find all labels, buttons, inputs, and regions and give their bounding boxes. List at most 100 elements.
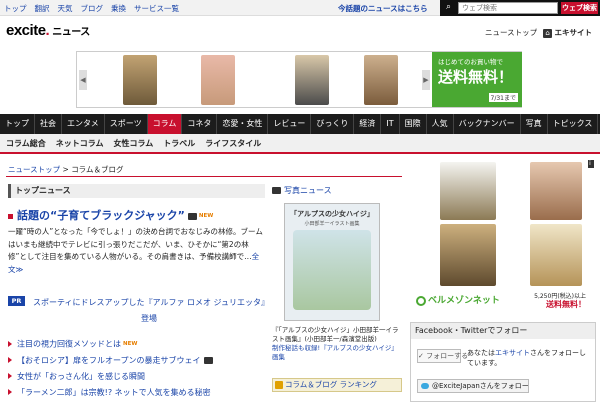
list-item[interactable]: 注目の視力回復メソッドとは NEW (8, 336, 266, 353)
news-top-link[interactable]: ニューストップ (485, 27, 537, 38)
breadcrumb-home[interactable]: ニューストップ (8, 165, 60, 174)
search-box: ⌕ ウェブ検索 (440, 0, 600, 16)
photo-news-image[interactable]: 「アルプスの少女ハイジ」 小田部羊一イラスト画集 (284, 203, 380, 321)
excite-home-link[interactable]: ⌂ エキサイト (543, 27, 592, 38)
photo-news-heading[interactable]: 写真ニュース (272, 184, 402, 198)
list-item-text: 女性が「おっさん化」を感じる瞬間 (17, 371, 145, 381)
photo-news-label: 写真ニュース (284, 186, 332, 195)
book-title: 「アルプスの少女ハイジ」 (290, 210, 374, 218)
nav-society[interactable]: 社会 (35, 114, 62, 134)
book-illustration (293, 230, 371, 310)
follow-text-prefix: あなたは (467, 349, 495, 357)
nav-sports[interactable]: スポーツ (105, 114, 148, 134)
follow-status-text: あなたはエキサイトさんをフォローしています。 (467, 348, 591, 368)
bullet-icon (8, 213, 13, 219)
nav-top[interactable]: トップ (0, 114, 35, 134)
banner-free-shipping[interactable]: はじめてのお買い物で 送料無料！ 7/31まで (432, 52, 522, 107)
list-item-text: 【おそロシア】扉をフルオープンの暴走サブウェイ (17, 355, 201, 365)
top-link-blog[interactable]: ブログ (81, 3, 104, 14)
nav-photo[interactable]: 写真 (521, 114, 548, 134)
top-link-weather[interactable]: 天気 (58, 3, 73, 14)
side-ad[interactable]: ベルメゾンネット 5,250円(税込)以上 送料無料！ (410, 160, 588, 313)
top-banner-ad[interactable]: ◀ ▶ はじめてのお買い物で 送料無料！ 7/31まで (76, 51, 522, 108)
social-follow-box: Facebook・Twitterでフォロー ✓ フォローする あなたはエキサイト… (410, 322, 596, 402)
nav-koneta[interactable]: コネタ (182, 114, 218, 134)
ad-free-shipping: 送料無料！ (546, 300, 586, 309)
top-link-translate[interactable]: 翻訳 (35, 3, 50, 14)
banner-line2: 送料無料！ (438, 68, 514, 86)
list-item[interactable]: 「ラーメン二郎」は宗教!? ネットで人気を集める秘密 (8, 385, 266, 401)
nav-it[interactable]: IT (381, 114, 400, 134)
ad-product-photo[interactable] (530, 224, 582, 286)
nav-topics[interactable]: トピックス (548, 114, 599, 134)
top-news-heading: トップニュース (8, 184, 265, 198)
news-list: 注目の視力回復メソッドとは NEW 【おそロシア】扉をフルオープンの暴走サブウェイ… (8, 336, 266, 401)
nav-column[interactable]: コラム (147, 114, 183, 134)
photo-caption: 『「アルプスの少女ハイジ」小田部羊一イラスト画集』(小田部羊一/森濱堂出版) 制… (272, 326, 402, 362)
top-news-lead: 一躍“時の人”となった「今でしょ！」の決め台詞でおなじみの林修。ブームはいまも継… (8, 226, 266, 276)
subnav-travel[interactable]: トラベル (163, 134, 195, 152)
nav-review[interactable]: レビュー (268, 114, 312, 134)
top-bar: トップ 翻訳 天気 ブログ 乗換 サービス一覧 今話題のニュースはこちら ⌕ ウ… (0, 0, 600, 16)
pr-badge: PR (8, 296, 25, 306)
banner-product-photo[interactable] (201, 55, 235, 105)
search-icon: ⌕ (446, 2, 452, 12)
twitter-follow-button[interactable]: @ExciteJapanさんをフォロー (417, 379, 529, 393)
banner-line1: はじめてのお買い物で (438, 58, 503, 66)
ad-product-photo[interactable] (440, 162, 496, 220)
nav-love-women[interactable]: 恋愛・女性 (217, 114, 269, 134)
follow-button[interactable]: ✓ フォローする (417, 349, 468, 363)
subnav-lifestyle[interactable]: ライフスタイル (205, 134, 261, 152)
logo-brand: excite (6, 22, 46, 39)
nav-entertainment[interactable]: エンタメ (62, 114, 105, 134)
pr-block: PR スポーティにドレスアップした『アルファ ロメオ ジュリエッタ』登場 (8, 293, 266, 325)
column-ranking-label: コラム＆ブログ ランキング (285, 380, 377, 389)
ad-product-photo[interactable] (440, 224, 496, 286)
subnav-column-all[interactable]: コラム総合 (6, 134, 46, 152)
top-news-headline[interactable]: 話題の“子育てブラックジャック” NEW (8, 207, 213, 223)
follow-excite-link[interactable]: エキサイト (495, 349, 530, 357)
column-ranking-heading[interactable]: コラム＆ブログ ランキング (272, 378, 402, 392)
search-button[interactable]: ウェブ検索 (561, 2, 598, 14)
headline-text: 話題の“子育てブラックジャック” (17, 209, 185, 222)
banner-next-arrow[interactable]: ▶ (422, 70, 430, 90)
nav-economy[interactable]: 経済 (354, 114, 382, 134)
camera-icon (187, 212, 197, 220)
ad-brand-label: ベルメゾンネット (428, 296, 500, 306)
nav-backnumber[interactable]: バックナンバー (454, 114, 521, 134)
top-link-transit[interactable]: 乗換 (111, 3, 126, 14)
top-link-top[interactable]: トップ (4, 3, 27, 14)
nav-international[interactable]: 国際 (400, 114, 427, 134)
top-link-services[interactable]: サービス一覧 (134, 3, 179, 14)
bellemaison-icon (416, 295, 426, 306)
list-item[interactable]: 【おそロシア】扉をフルオープンの暴走サブウェイ (8, 353, 266, 369)
nav-surprise[interactable]: びっくり (311, 114, 355, 134)
subnav-women-column[interactable]: 女性コラム (114, 134, 154, 152)
book-subtitle: 小田部羊一イラスト画集 (304, 221, 360, 227)
list-item[interactable]: 女性が「おっさん化」を感じる瞬間 (8, 369, 266, 385)
subnav-net-column[interactable]: ネットコラム (56, 134, 104, 152)
photo-caption-link[interactable]: 制作秘話も収録!『アルプスの少女ハイジ』画集 (272, 344, 402, 362)
top-links: トップ 翻訳 天気 ブログ 乗換 サービス一覧 (4, 3, 179, 14)
lead-text: 一躍“時の人”となった「今でしょ！」の決め台詞でおなじみの林修。ブームはいまも継… (8, 227, 263, 261)
follow-button-label: フォローする (426, 352, 469, 360)
search-input[interactable] (458, 2, 558, 14)
sub-nav: コラム総合 ネットコラム 女性コラム トラベル ライフスタイル (0, 134, 600, 154)
banner-product-photo[interactable] (364, 55, 398, 105)
today-news-link[interactable]: 今話題のニュースはこちら (338, 3, 428, 14)
pr-link[interactable]: スポーティにドレスアップした『アルファ ロメオ ジュリエッタ』登場 (32, 295, 266, 327)
banner-product-photo[interactable] (295, 55, 329, 105)
new-badge: NEW (123, 341, 138, 347)
ad-product-photo[interactable] (530, 162, 582, 220)
photo-caption-text: 『「アルプスの少女ハイジ」小田部羊一イラスト画集』(小田部羊一/森濱堂出版) (272, 326, 399, 343)
list-item-text: 「ラーメン二郎」は宗教!? ネットで人気を集める秘密 (17, 387, 211, 397)
nav-popular[interactable]: 人気 (427, 114, 454, 134)
banner-prev-arrow[interactable]: ◀ (79, 70, 87, 90)
breadcrumb-divider (6, 176, 402, 177)
excite-logo[interactable]: excite. ニュース (6, 22, 90, 39)
breadcrumb-current: コラム＆ブログ (71, 165, 124, 174)
banner-line3: 7/31まで (488, 93, 518, 102)
breadcrumb-separator: > (60, 165, 72, 174)
ranking-icon (275, 381, 283, 389)
banner-product-photo[interactable] (123, 55, 157, 105)
